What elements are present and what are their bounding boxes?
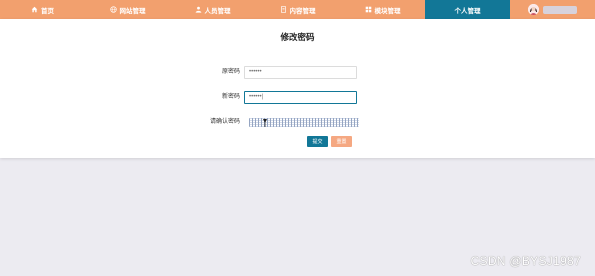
nav-item-module-management[interactable]: 模块管理 <box>340 0 425 19</box>
submit-button[interactable]: 提交 <box>307 136 328 147</box>
nav-item-label: 模块管理 <box>374 7 401 15</box>
nav-item-personal-management[interactable]: 个人管理 <box>425 0 510 19</box>
home-icon <box>31 6 38 13</box>
change-password-panel: 修改密码 原密码 •••••• 新密码 ••••••| 请确认密码 提交 重置 <box>0 19 595 158</box>
top-navbar: 首页 网站管理 人员管理 内容管理 模块管理 个人管理 <box>0 0 595 19</box>
username-label <box>543 5 577 14</box>
document-icon <box>280 6 286 13</box>
watermark: CSDN @BYSJ1987 <box>470 254 581 268</box>
confirm-password-label: 请确认密码 <box>209 119 240 125</box>
new-password-field[interactable]: ••••••| <box>244 91 357 104</box>
reset-button[interactable]: 重置 <box>331 136 352 147</box>
user-menu[interactable] <box>510 0 595 19</box>
nav-item-label: 内容管理 <box>289 7 316 15</box>
new-password-row: 新密码 ••••••| <box>0 91 595 104</box>
nav-item-site-management[interactable]: 网站管理 <box>85 0 170 19</box>
old-password-row: 原密码 •••••• <box>0 66 595 79</box>
old-password-field[interactable]: •••••• <box>244 66 357 79</box>
nav-item-label: 人员管理 <box>204 7 231 15</box>
new-password-label: 新密码 <box>221 94 240 100</box>
nav-item-content-management[interactable]: 内容管理 <box>255 0 340 19</box>
nav-item-label: 个人管理 <box>454 7 481 15</box>
old-password-label: 原密码 <box>221 69 240 75</box>
nav-item-label: 网站管理 <box>119 7 146 15</box>
nav-item-home[interactable]: 首页 <box>0 0 85 19</box>
confirm-password-row: 请确认密码 <box>0 116 595 129</box>
avatar-icon[interactable] <box>528 4 539 15</box>
nav-item-label: 首页 <box>41 7 54 15</box>
grid-icon <box>365 6 371 13</box>
person-icon <box>195 6 201 13</box>
page-title: 修改密码 <box>280 32 315 42</box>
globe-icon <box>109 6 117 13</box>
nav-item-staff-management[interactable]: 人员管理 <box>170 0 255 19</box>
